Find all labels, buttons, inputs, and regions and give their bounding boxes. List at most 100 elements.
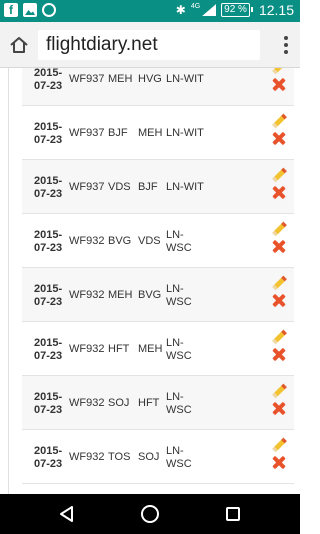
date-line-2: 07-23 xyxy=(34,458,63,470)
bluetooth-icon: ✱ xyxy=(175,3,186,17)
arrival-airport: HFT xyxy=(138,397,160,409)
aircraft-registration: LN- WSC xyxy=(166,391,194,417)
registration-line-1: LN-WIT xyxy=(166,181,204,193)
row-actions xyxy=(272,68,288,91)
flight-row: 2015- 07-23 WF937 MEH HVG LN-WIT xyxy=(22,68,294,106)
delete-x-icon[interactable] xyxy=(272,185,286,199)
registration-line-2: WSC xyxy=(166,404,192,416)
edit-pencil-icon[interactable] xyxy=(272,114,286,128)
back-icon[interactable] xyxy=(59,506,75,522)
aircraft-registration: LN-WIT xyxy=(166,127,216,140)
registration-line-1: LN- xyxy=(166,283,184,295)
battery-indicator: 92 % xyxy=(221,3,253,17)
browser-toolbar: flightdiary.net xyxy=(0,22,300,68)
flight-date: 2015- 07-23 xyxy=(34,229,70,255)
delete-x-icon[interactable] xyxy=(272,293,286,307)
row-actions xyxy=(272,168,288,199)
recent-apps-icon[interactable] xyxy=(226,507,240,521)
edit-pencil-icon[interactable] xyxy=(272,276,286,290)
date-line-1: 2015- xyxy=(34,445,63,457)
arrival-airport: SOJ xyxy=(138,451,160,463)
flight-row: 2015- 07-23 WF932 BVG VDS LN- WSC xyxy=(22,214,294,268)
edit-pencil-icon[interactable] xyxy=(272,330,286,344)
aircraft-registration: LN- WSC xyxy=(166,229,194,255)
flight-date: 2015- 07-23 xyxy=(34,175,70,201)
divider xyxy=(8,68,9,494)
flight-number: WF932 xyxy=(69,343,105,355)
row-actions xyxy=(272,438,288,469)
registration-line-1: LN- xyxy=(166,391,184,403)
aircraft-registration: LN- WSC xyxy=(166,445,194,471)
date-line-1: 2015- xyxy=(34,391,63,403)
delete-x-icon[interactable] xyxy=(272,347,286,361)
flight-row: 2015- 07-23 WF932 TOS SOJ LN- WSC xyxy=(22,430,294,484)
date-line-1: 2015- xyxy=(34,283,63,295)
edit-pencil-icon[interactable] xyxy=(272,222,286,236)
flight-number: WF937 xyxy=(69,73,105,85)
edit-pencil-icon[interactable] xyxy=(272,384,286,398)
delete-x-icon[interactable] xyxy=(272,239,286,253)
flight-date: 2015- 07-23 xyxy=(34,283,70,309)
registration-line-2: WSC xyxy=(166,242,192,254)
aircraft-registration: LN-WIT xyxy=(166,73,216,86)
flight-number: WF932 xyxy=(69,451,105,463)
flight-row: 2015- 07-23 WF937 BJF MEH LN-WIT xyxy=(22,106,294,160)
date-line-1: 2015- xyxy=(34,68,63,79)
flight-date: 2015- 07-23 xyxy=(34,391,70,417)
notification-icons: f xyxy=(4,3,56,17)
arrival-airport: MEH xyxy=(138,343,163,355)
flight-table: 2015- 07-23 WF937 MEH HVG LN-WIT 2015- 07-23 WF9… xyxy=(22,68,294,484)
row-actions xyxy=(272,222,288,253)
flight-row: 2015- 07-23 WF937 VDS BJF LN-WIT xyxy=(22,160,294,214)
departure-airport: MEH xyxy=(108,73,133,85)
row-actions xyxy=(272,276,288,307)
status-bar: f ✱ 4G 92 % 12.15 xyxy=(0,0,300,22)
date-line-2: 07-23 xyxy=(34,350,63,362)
registration-line-1: LN- xyxy=(166,337,184,349)
edit-pencil-icon[interactable] xyxy=(272,438,286,452)
signal-icon xyxy=(202,4,217,16)
flight-row: 2015- 07-23 WF932 SOJ HFT LN- WSC xyxy=(22,376,294,430)
registration-line-1: LN- xyxy=(166,445,184,457)
delete-x-icon[interactable] xyxy=(272,455,286,469)
delete-x-icon[interactable] xyxy=(272,77,286,91)
delete-x-icon[interactable] xyxy=(272,401,286,415)
arrival-airport: VDS xyxy=(138,235,161,247)
gallery-icon xyxy=(23,3,37,17)
navigation-bar xyxy=(0,494,300,534)
date-line-2: 07-23 xyxy=(34,404,63,416)
row-actions xyxy=(272,330,288,361)
registration-line-2: WSC xyxy=(166,350,192,362)
flight-number: WF932 xyxy=(69,289,105,301)
facebook-icon: f xyxy=(4,3,18,17)
page-content: 2015- 07-23 WF937 MEH HVG LN-WIT 2015- 07-23 WF9… xyxy=(0,68,300,494)
flight-number: WF932 xyxy=(69,397,105,409)
flight-date: 2015- 07-23 xyxy=(34,445,70,471)
date-line-2: 07-23 xyxy=(34,80,63,92)
departure-airport: SOJ xyxy=(108,397,130,409)
address-bar[interactable]: flightdiary.net xyxy=(38,30,260,60)
system-indicators: ✱ 4G 92 % 12.15 xyxy=(176,2,294,18)
flight-row: 2015- 07-23 WF932 HFT MEH LN- WSC xyxy=(22,322,294,376)
flight-date: 2015- 07-23 xyxy=(34,337,70,363)
overflow-menu-icon[interactable] xyxy=(282,36,290,54)
edit-pencil-icon[interactable] xyxy=(272,168,286,182)
departure-airport: TOS xyxy=(108,451,131,463)
circle-notification-icon xyxy=(42,3,56,17)
row-actions xyxy=(272,114,288,145)
delete-x-icon[interactable] xyxy=(272,131,286,145)
flight-row: 2015- 07-23 WF932 MEH BVG LN- WSC xyxy=(22,268,294,322)
date-line-2: 07-23 xyxy=(34,242,63,254)
date-line-1: 2015- xyxy=(34,229,63,241)
arrival-airport: BJF xyxy=(138,181,158,193)
home-circle-icon[interactable] xyxy=(141,505,159,523)
flight-number: WF937 xyxy=(69,181,105,193)
registration-line-2: WSC xyxy=(166,458,192,470)
edit-pencil-icon[interactable] xyxy=(272,68,286,74)
flight-date: 2015- 07-23 xyxy=(34,121,70,147)
home-icon[interactable] xyxy=(9,35,29,55)
registration-line-1: LN-WIT xyxy=(166,73,204,85)
clock: 12.15 xyxy=(258,2,294,18)
date-line-2: 07-23 xyxy=(34,134,63,146)
arrival-airport: MEH xyxy=(138,127,163,139)
